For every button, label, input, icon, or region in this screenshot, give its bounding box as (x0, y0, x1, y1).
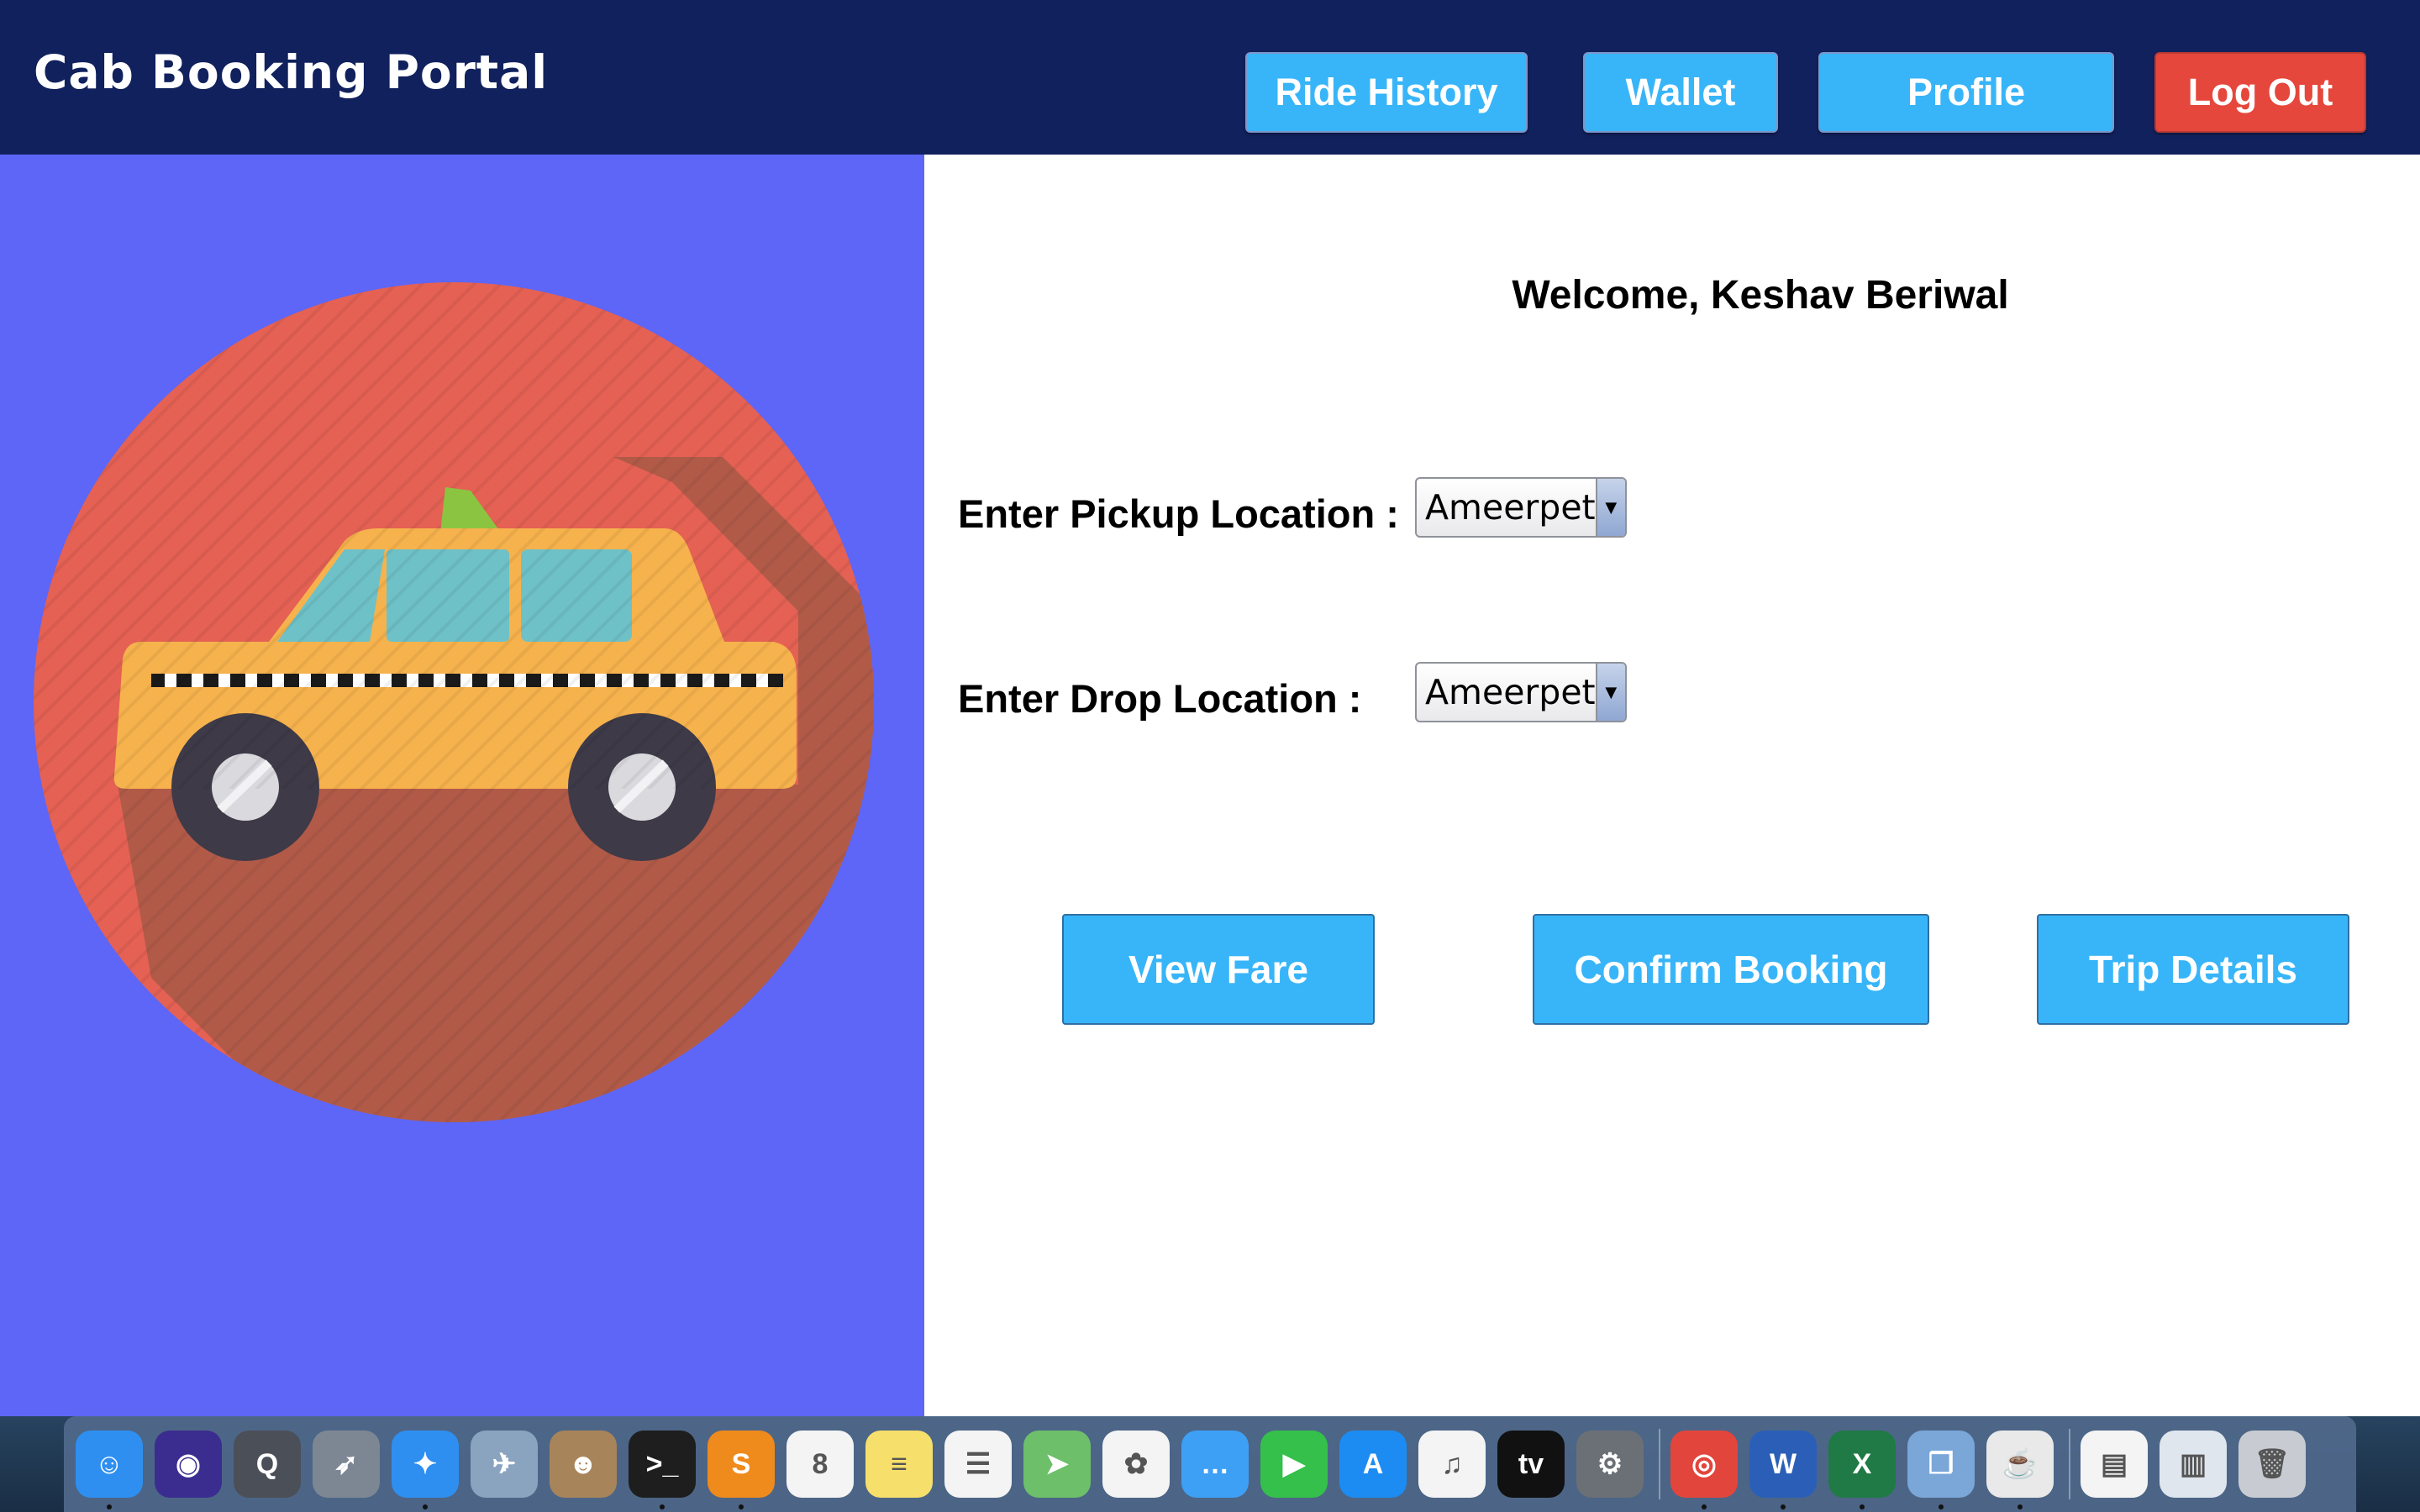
reminders-icon[interactable]: ☰ (944, 1431, 1012, 1498)
profile-button[interactable]: Profile (1818, 52, 2114, 133)
app-title: Cab Booking Portal (34, 45, 549, 99)
maps-icon[interactable]: ➤ (1023, 1431, 1091, 1498)
running-indicator (1860, 1504, 1865, 1509)
drop-location-value: Ameerpet (1425, 672, 1596, 712)
dock-separator (2069, 1429, 2070, 1499)
downloads-stack-icon[interactable]: ▥ (2160, 1431, 2227, 1498)
app-store-icon[interactable]: A (1339, 1431, 1407, 1498)
document-icon[interactable]: ▤ (2081, 1431, 2148, 1498)
welcome-message: Welcome, Keshav Beriwal (1512, 273, 2009, 318)
facetime-icon[interactable]: ▶ (1260, 1431, 1328, 1498)
header-bar: Cab Booking Portal Ride History Wallet P… (0, 0, 2420, 155)
excel-icon[interactable]: X (1828, 1431, 1896, 1509)
drop-location-label: Enter Drop Location : (958, 676, 1362, 721)
virtualbox-icon[interactable]: ❒ (1907, 1431, 1975, 1509)
taxi-illustration-panel (0, 155, 924, 1426)
running-indicator (739, 1504, 744, 1509)
safari-icon[interactable]: ✦ (392, 1431, 459, 1509)
dock-separator (1659, 1429, 1660, 1499)
taxi-icon (34, 282, 874, 1122)
finder-icon[interactable]: ☺ (76, 1431, 143, 1509)
pickup-location-label: Enter Pickup Location : (958, 491, 1399, 536)
wallet-button[interactable]: Wallet (1583, 52, 1778, 133)
dock: ☺ ◉ Q ➶ ✦ ✈ ☻ >_ S 8 ≡ ☰ ➤ ✿… ▶ A ♫ tv ⚙ ◎ W X ❒ ☕ ▤ ▥ 🗑 (64, 1416, 2356, 1512)
chrome-icon[interactable]: ◎ (1670, 1431, 1738, 1509)
notes-icon[interactable]: ≡ (865, 1431, 933, 1498)
apple-tv-icon[interactable]: tv (1497, 1431, 1565, 1498)
chevron-down-icon: ▼ (1595, 479, 1625, 536)
launchpad-icon[interactable]: ➶ (313, 1431, 380, 1498)
system-preferences-icon[interactable]: ⚙ (1576, 1431, 1644, 1498)
running-indicator (2018, 1504, 2023, 1509)
booking-form-panel: Welcome, Keshav Beriwal Enter Pickup Loc… (924, 155, 2420, 1426)
running-indicator (1702, 1504, 1707, 1509)
word-icon[interactable]: W (1749, 1431, 1817, 1509)
pickup-location-select[interactable]: Ameerpet ▼ (1415, 477, 1627, 538)
itunes-icon[interactable]: ♫ (1418, 1431, 1486, 1498)
ride-history-button[interactable]: Ride History (1245, 52, 1528, 133)
contacts-icon[interactable]: ☻ (550, 1431, 617, 1498)
pickup-location-value: Ameerpet (1425, 487, 1596, 528)
confirm-booking-button[interactable]: Confirm Booking (1533, 914, 1929, 1025)
chevron-down-icon: ▼ (1595, 664, 1625, 721)
photos-icon[interactable]: ✿ (1102, 1431, 1170, 1498)
trip-details-button[interactable]: Trip Details (2037, 914, 2349, 1025)
trash-icon[interactable]: 🗑 (2238, 1431, 2306, 1498)
running-indicator (1939, 1504, 1944, 1509)
running-indicator (1781, 1504, 1786, 1509)
sublime-text-icon[interactable]: S (708, 1431, 775, 1509)
java-icon[interactable]: ☕ (1986, 1431, 2054, 1509)
running-indicator (423, 1504, 428, 1509)
running-indicator (107, 1504, 112, 1509)
running-indicator (660, 1504, 665, 1509)
logout-button[interactable]: Log Out (2154, 52, 2366, 133)
preview-icon[interactable]: ✈ (471, 1431, 538, 1498)
siri-icon[interactable]: ◉ (155, 1431, 222, 1498)
terminal-icon[interactable]: >_ (629, 1431, 696, 1509)
view-fare-button[interactable]: View Fare (1062, 914, 1375, 1025)
drop-location-select[interactable]: Ameerpet ▼ (1415, 662, 1627, 722)
messages-icon[interactable]: … (1181, 1431, 1249, 1498)
calendar-icon[interactable]: 8 (786, 1431, 854, 1498)
quicktime-icon[interactable]: Q (234, 1431, 301, 1498)
